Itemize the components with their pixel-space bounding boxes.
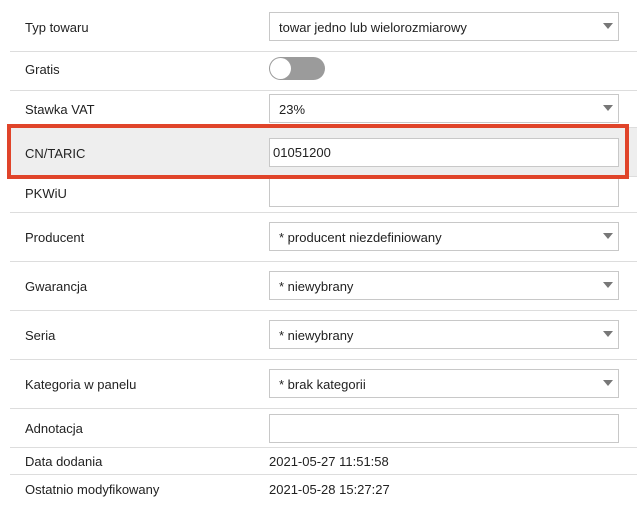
last-modified-label: Ostatnio modyfikowany bbox=[25, 482, 160, 497]
pkwiu-input[interactable] bbox=[270, 179, 618, 206]
row-annotation: Adnotacja bbox=[10, 409, 637, 448]
warranty-select[interactable]: * niewybrany bbox=[269, 271, 619, 300]
annotation-input-box bbox=[269, 414, 619, 443]
product-details-form: Typ towaru towar jedno lub wielorozmiaro… bbox=[0, 0, 637, 510]
chevron-down-icon bbox=[603, 282, 613, 288]
vat-rate-value: 23% bbox=[279, 102, 306, 117]
annotation-label: Adnotacja bbox=[25, 421, 83, 436]
row-last-modified: Ostatnio modyfikowany 2021-05-28 15:27:2… bbox=[10, 475, 637, 503]
chevron-down-icon bbox=[603, 23, 613, 29]
series-value: * niewybrany bbox=[279, 328, 354, 343]
producer-select[interactable]: * producent niezdefiniowany bbox=[269, 222, 619, 251]
product-type-label: Typ towaru bbox=[25, 20, 89, 35]
panel-category-select[interactable]: * brak kategorii bbox=[269, 369, 619, 398]
row-gratis: Gratis bbox=[10, 52, 637, 91]
chevron-down-icon bbox=[603, 380, 613, 386]
vat-rate-label: Stawka VAT bbox=[25, 102, 95, 117]
row-vat-rate: Stawka VAT 23% bbox=[10, 91, 637, 128]
product-type-value: towar jedno lub wielorozmiarowy bbox=[279, 20, 467, 35]
row-series: Seria * niewybrany bbox=[10, 311, 637, 360]
series-label: Seria bbox=[25, 328, 56, 343]
chevron-down-icon bbox=[603, 331, 613, 337]
chevron-down-icon bbox=[603, 233, 613, 239]
row-date-added: Data dodania 2021-05-27 11:51:58 bbox=[10, 448, 637, 475]
panel-category-value: * brak kategorii bbox=[279, 377, 366, 392]
pkwiu-input-box bbox=[269, 178, 619, 207]
chevron-down-icon bbox=[603, 105, 613, 111]
producer-label: Producent bbox=[25, 230, 85, 245]
row-product-type: Typ towaru towar jedno lub wielorozmiaro… bbox=[10, 0, 637, 52]
row-producer: Producent * producent niezdefiniowany bbox=[10, 213, 637, 262]
gratis-toggle[interactable] bbox=[269, 57, 325, 80]
date-added-label: Data dodania bbox=[25, 454, 103, 469]
pkwiu-label: PKWiU bbox=[25, 186, 67, 201]
gratis-label: Gratis bbox=[25, 62, 60, 77]
series-select[interactable]: * niewybrany bbox=[269, 320, 619, 349]
row-pkwiu: PKWiU bbox=[10, 177, 637, 213]
row-panel-category: Kategoria w panelu * brak kategorii bbox=[10, 360, 637, 409]
toggle-knob bbox=[270, 58, 291, 79]
warranty-label: Gwarancja bbox=[25, 279, 88, 294]
panel-category-label: Kategoria w panelu bbox=[25, 377, 137, 392]
date-added-value: 2021-05-27 11:51:58 bbox=[269, 454, 389, 469]
producer-value: * producent niezdefiniowany bbox=[279, 230, 442, 245]
annotation-input[interactable] bbox=[270, 415, 618, 442]
highlight-frame bbox=[7, 124, 629, 179]
product-type-select[interactable]: towar jedno lub wielorozmiarowy bbox=[269, 12, 619, 41]
row-warranty: Gwarancja * niewybrany bbox=[10, 262, 637, 311]
last-modified-value: 2021-05-28 15:27:27 bbox=[269, 482, 390, 497]
warranty-value: * niewybrany bbox=[279, 279, 354, 294]
vat-rate-select[interactable]: 23% bbox=[269, 94, 619, 123]
